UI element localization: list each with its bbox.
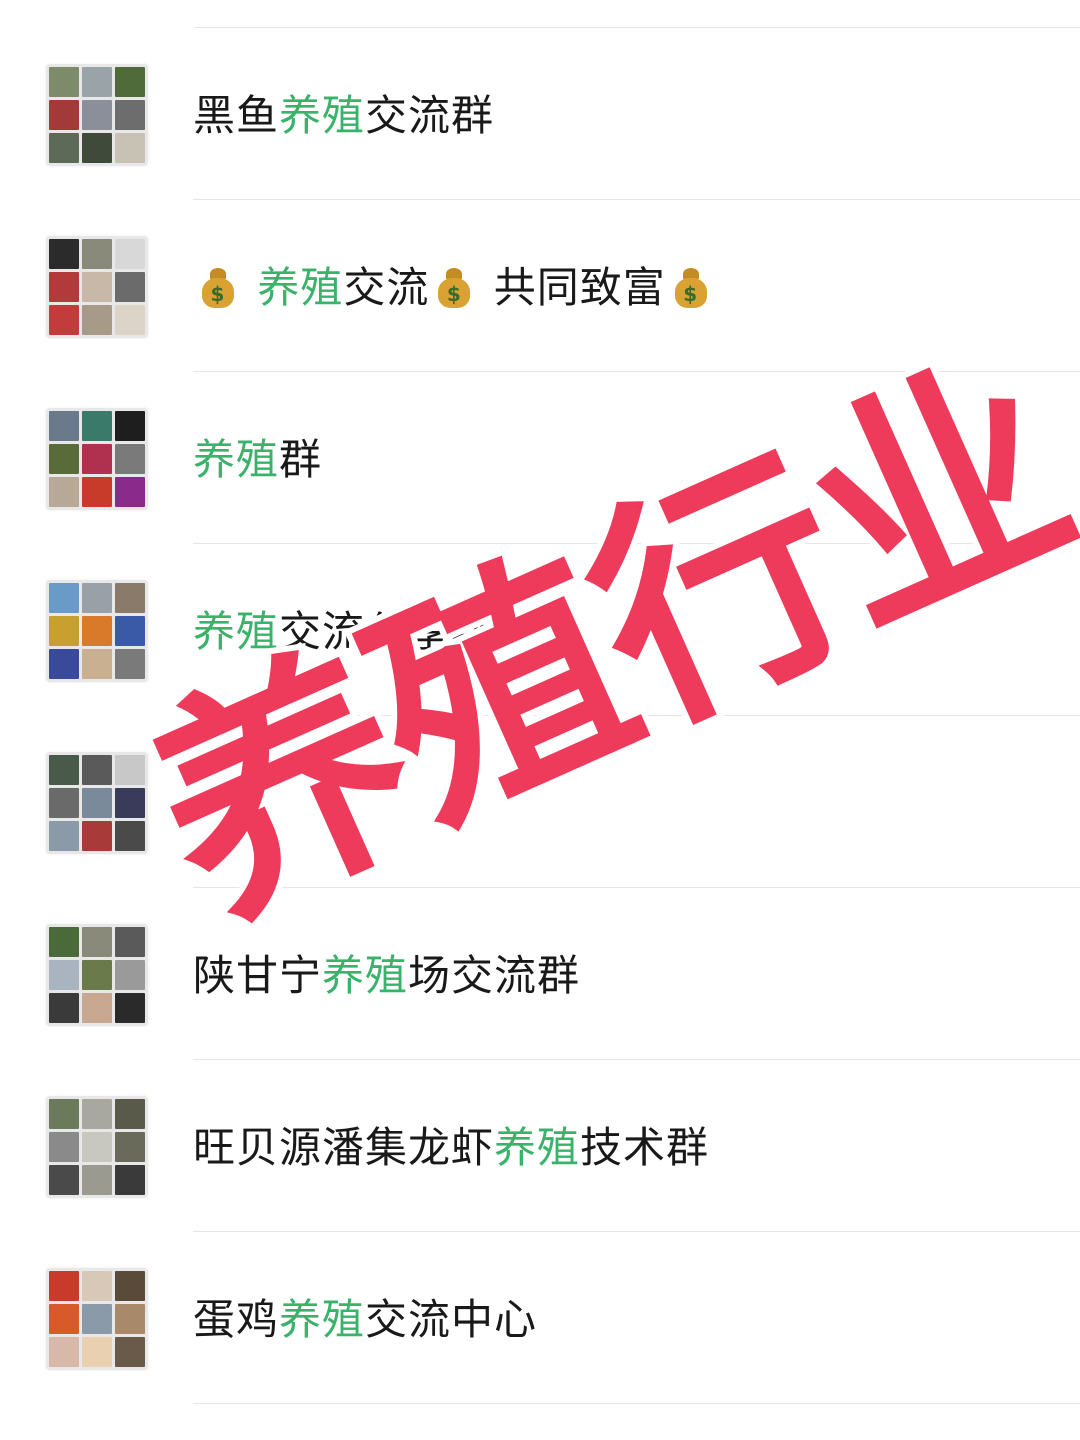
money-bag-icon: $ — [199, 264, 237, 308]
group-title: 养殖群 — [193, 435, 323, 484]
group-avatar — [46, 408, 148, 510]
group-avatar — [46, 1268, 148, 1370]
list-item[interactable]: 黑鱼养殖交流群 — [0, 28, 1080, 200]
group-avatar — [46, 924, 148, 1026]
group-title: $ 养殖交流 $ 共同致富 $ — [193, 260, 716, 316]
group-avatar — [46, 752, 148, 854]
list-item[interactable]: 陕甘宁养殖场交流群 — [0, 888, 1080, 1060]
group-title: 蛋鸡养殖交流中心 — [193, 1295, 538, 1344]
money-bag-icon: $ — [435, 264, 473, 308]
group-avatar — [46, 64, 148, 166]
list-item[interactable]: $ 养殖交流 $ 共同致富 $ — [0, 200, 1080, 372]
group-avatar — [46, 1096, 148, 1198]
group-avatar — [46, 580, 148, 682]
money-bag-icon: $ — [672, 264, 710, 308]
group-avatar — [46, 236, 148, 338]
group-title: 黑鱼养殖交流群 — [193, 91, 495, 140]
group-title: 旺贝源潘集龙虾养殖技术群 — [193, 1123, 710, 1172]
list-item[interactable]: 蛋鸡养殖交流中心 — [0, 1232, 1080, 1404]
list-item[interactable]: 旺贝源潘集龙虾养殖技术群 — [0, 1060, 1080, 1232]
